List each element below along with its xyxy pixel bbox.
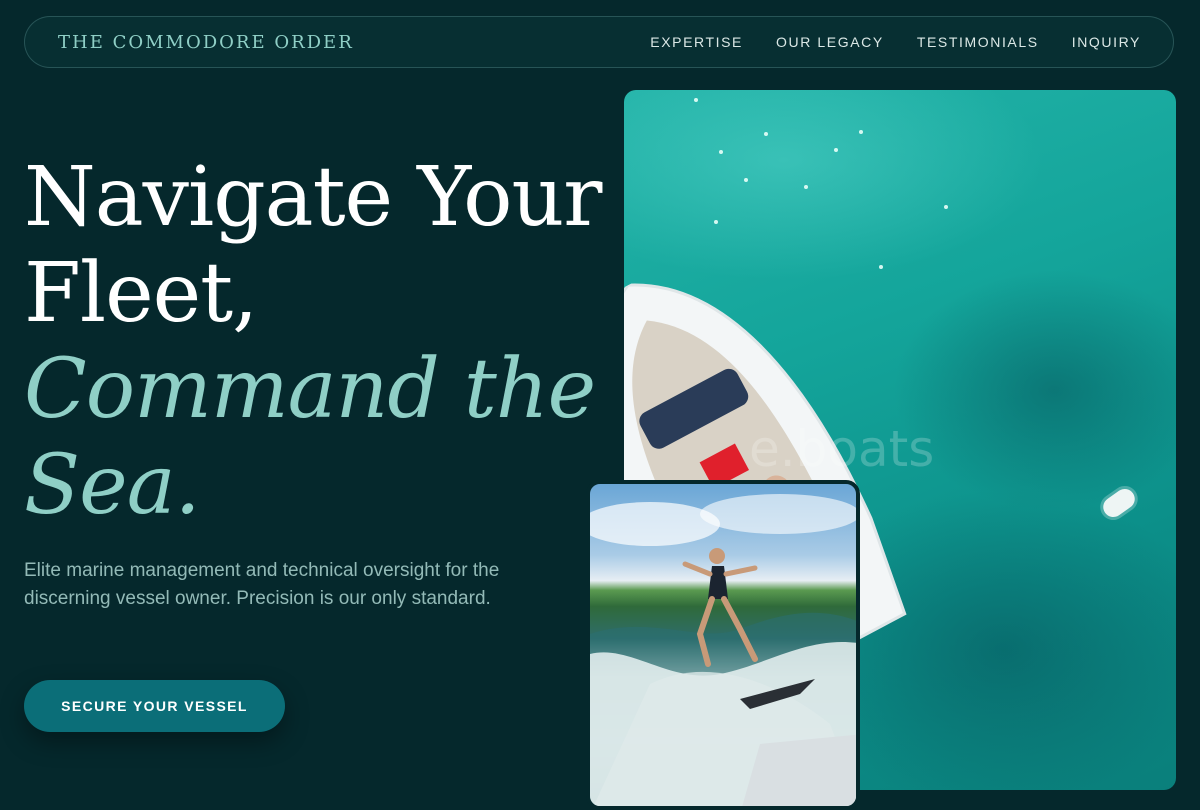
brand-logo[interactable]: THE COMMODORE ORDER bbox=[58, 32, 354, 53]
nav-testimonials[interactable]: TESTIMONIALS bbox=[917, 34, 1039, 50]
top-nav: THE COMMODORE ORDER EXPERTISE OUR LEGACY… bbox=[24, 16, 1174, 68]
nav-inquiry[interactable]: INQUIRY bbox=[1072, 34, 1141, 50]
secure-your-vessel-button[interactable]: SECURE YOUR VESSEL bbox=[24, 680, 285, 732]
hero-description: Elite marine management and technical ov… bbox=[24, 560, 500, 609]
nav-expertise[interactable]: EXPERTISE bbox=[650, 34, 743, 50]
nav-our-legacy[interactable]: OUR LEGACY bbox=[776, 34, 884, 50]
hero-title-line-4: Sea. bbox=[24, 438, 201, 533]
hero-title: Navigate Your Fleet, Command the Sea. bbox=[24, 150, 624, 534]
nav-links: EXPERTISE OUR LEGACY TESTIMONIALS INQUIR… bbox=[650, 34, 1141, 50]
hero-title-line-3: Command the bbox=[24, 342, 596, 437]
buoy-graphic bbox=[1099, 485, 1139, 521]
hero-title-line-2: Fleet, bbox=[24, 246, 258, 341]
wakesurfer-graphic bbox=[590, 494, 856, 806]
wakesurf-image bbox=[586, 480, 860, 810]
watermark-text: e.boats bbox=[749, 420, 935, 478]
hero-title-line-1: Navigate Your bbox=[24, 150, 603, 245]
